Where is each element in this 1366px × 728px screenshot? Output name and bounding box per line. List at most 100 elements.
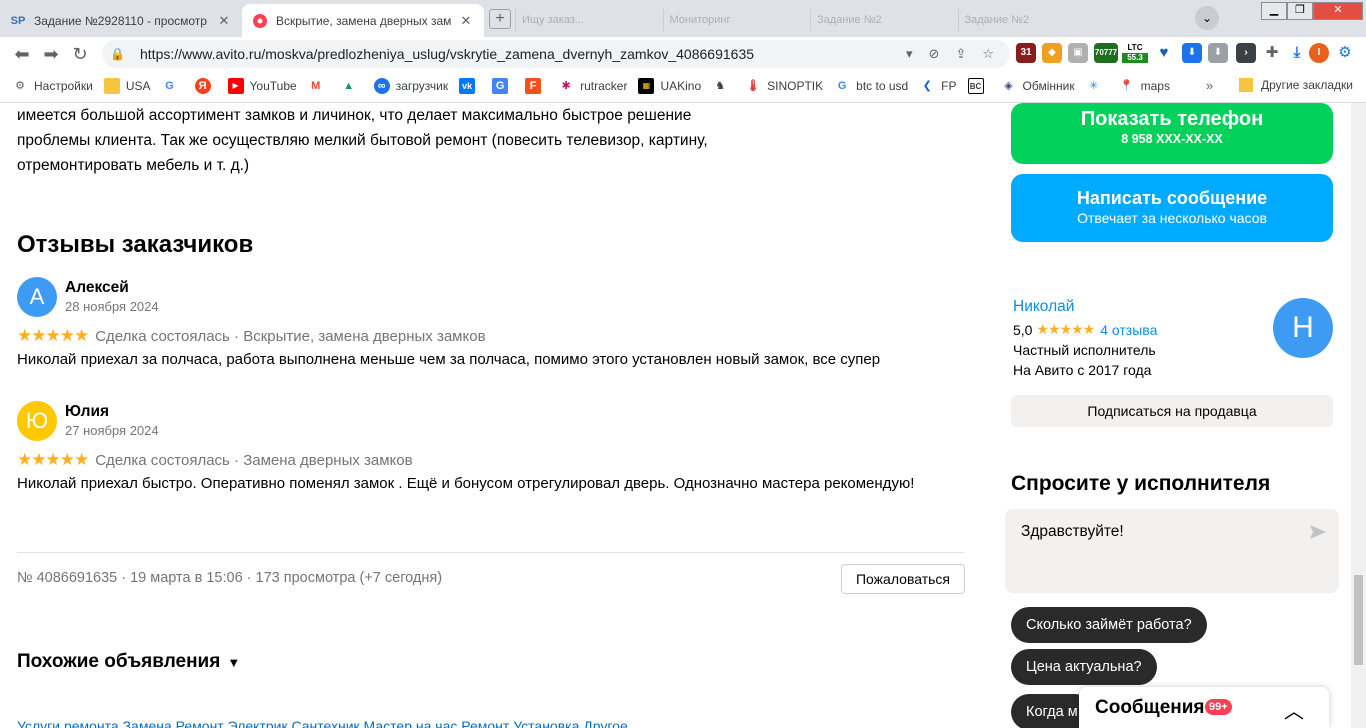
show-phone-button[interactable]: Показать телефон 8 958 XXX-XX-XX xyxy=(1011,103,1333,164)
dropdown-icon[interactable]: ▾ xyxy=(906,46,913,62)
uakino-icon: ▦ xyxy=(638,78,655,94)
forward-icon[interactable]: ➡ xyxy=(40,43,62,65)
url-text[interactable]: https://www.avito.ru/moskva/predlozheniy… xyxy=(140,46,906,62)
chrome-menu-icon[interactable]: ⚙ xyxy=(1335,43,1355,63)
quick-question-chip[interactable]: Цена актуальна? xyxy=(1011,649,1157,685)
extensions-puzzle-icon[interactable]: ✚ xyxy=(1262,43,1282,63)
scrollbar-thumb[interactable] xyxy=(1354,575,1363,665)
message-input[interactable]: Здравствуйте! xyxy=(1021,523,1124,541)
bookmark-fp[interactable]: ❮ FP xyxy=(919,78,957,94)
bookmark-vk[interactable]: vk xyxy=(459,78,481,94)
ad-meta-info: № 4086691635 · 19 марта в 15:06 · 173 пр… xyxy=(17,570,443,586)
complain-button[interactable]: Пожаловаться xyxy=(841,564,965,594)
quick-question-chip[interactable]: Сколько займёт работа? xyxy=(1011,607,1207,643)
address-bar[interactable]: 🔒 https://www.avito.ru/moskva/predlozhen… xyxy=(102,40,1010,68)
ghost-tab[interactable]: Задание №2 xyxy=(810,9,958,31)
yandex-icon: Я xyxy=(194,78,211,94)
related-links[interactable]: Услуги ремонта Замена Ремонт Электрик Са… xyxy=(17,718,628,728)
lock-icon[interactable]: 🔒 xyxy=(110,47,126,61)
browser-toolbar: ⬅ ➡ ↻ 🔒 https://www.avito.ru/moskva/pred… xyxy=(0,37,1366,70)
bookmark-settings[interactable]: ⚙ Настройки xyxy=(12,78,93,94)
back-icon[interactable]: ⬅ xyxy=(11,43,33,65)
bookmark-chess[interactable]: ♞ xyxy=(712,78,734,94)
write-message-button[interactable]: Написать сообщение Отвечает за несколько… xyxy=(1011,174,1333,242)
blocked-popup-icon[interactable]: ⊘ xyxy=(929,46,940,62)
chess-icon: ♞ xyxy=(715,80,726,92)
similar-ads-toggle[interactable]: Похожие объявления ▼ xyxy=(17,651,240,673)
bookmark-gmail[interactable]: M xyxy=(308,78,330,94)
bookmark-zagruzchik[interactable]: ∞ загрузчик xyxy=(373,78,448,94)
close-window-button[interactable]: ✕ xyxy=(1313,2,1363,20)
bookmark-usa[interactable]: USA xyxy=(103,78,151,94)
more-bookmarks-button[interactable]: » xyxy=(1206,78,1213,93)
review-item: А Алексей 28 ноября 2024 ★★★★★ Сделка со… xyxy=(17,277,957,377)
masked-phone-number: 8 958 XXX-XX-XX xyxy=(1121,132,1223,146)
bookmark-youtube[interactable]: ▶ YouTube xyxy=(227,78,297,94)
bookmark-btc-to-usd[interactable]: Gbtc to usd xyxy=(834,78,908,94)
ext-terminal-icon[interactable]: › xyxy=(1236,43,1256,63)
profile-avatar[interactable]: I xyxy=(1309,43,1329,63)
drive-icon: ▲ xyxy=(343,80,355,92)
reviews-count-link[interactable]: 4 отзыва xyxy=(1100,322,1157,338)
page-scrollbar[interactable] xyxy=(1351,103,1366,728)
ext-save-icon[interactable]: ⬇ xyxy=(1208,43,1228,63)
send-icon[interactable] xyxy=(1308,522,1328,542)
tab-zadanie[interactable]: SP Задание №2928110 - просмотр з ✕ xyxy=(0,4,242,37)
ask-seller-title: Спросите у исполнителя xyxy=(1011,472,1271,495)
bookmark-bc[interactable]: BC xyxy=(967,78,990,94)
other-bookmarks-folder[interactable]: Другие закладки xyxy=(1239,78,1353,92)
deal-info: Сделка состоялась · Замена дверных замко… xyxy=(95,451,413,469)
tab-search-icon[interactable]: ⌄ xyxy=(1195,6,1219,30)
maps-icon: 📍 xyxy=(1119,80,1134,92)
ghost-tab[interactable]: Мониторинг xyxy=(662,9,811,31)
maximize-button[interactable]: ❐ xyxy=(1287,2,1313,20)
ext-brave-icon[interactable]: ◆ xyxy=(1042,43,1062,63)
bookmark-star[interactable]: ✳ xyxy=(1086,78,1108,94)
ext-calendar-icon[interactable]: 31 xyxy=(1016,43,1036,63)
bookmark-star-icon[interactable]: ☆ xyxy=(982,46,994,62)
rating-stars-icon: ★★★★★ xyxy=(17,450,89,469)
ask-message-field[interactable]: Здравствуйте! xyxy=(1005,509,1339,593)
deal-info: Сделка состоялась · Вскрытие, замена две… xyxy=(95,327,486,345)
bookmarks-bar: ⚙ Настройки USA G Я ▶ YouTube M ▲ ∞ загрузч… xyxy=(0,70,1366,103)
ext-download-icon[interactable]: ⬇ xyxy=(1182,43,1202,63)
bookmark-uakino[interactable]: ▦ UAKino xyxy=(638,78,701,94)
ext-briefcase-icon[interactable]: ▣ xyxy=(1068,43,1088,63)
close-icon[interactable]: ✕ xyxy=(458,13,474,29)
reload-icon[interactable]: ↻ xyxy=(69,43,91,65)
ext-heart-icon[interactable]: ♥ xyxy=(1154,43,1174,63)
bookmark-sinoptik[interactable]: 🌡 SINOPTIK xyxy=(745,78,823,94)
background-tabs: Ищу заказ... Мониторинг Задание №2 Задан… xyxy=(515,9,1105,31)
tab-strip: SP Задание №2928110 - просмотр з ✕ Вскры… xyxy=(0,0,1366,37)
tab-avito[interactable]: Вскрытие, замена дверных замк ✕ xyxy=(242,4,484,37)
google-icon: G xyxy=(837,80,847,92)
bookmark-rutracker[interactable]: ✱ rutracker xyxy=(558,78,627,94)
downloads-icon[interactable]: ⤓ xyxy=(1287,43,1307,63)
bookmark-yandex[interactable]: Я xyxy=(194,78,217,94)
bookmark-google[interactable]: G xyxy=(162,78,184,94)
avatar[interactable]: Н xyxy=(1273,298,1333,358)
rating-value: 5,0 xyxy=(1013,321,1033,338)
close-icon[interactable]: ✕ xyxy=(216,13,232,29)
loop-icon: ∞ xyxy=(373,78,390,94)
share-icon[interactable]: ⇪ xyxy=(955,46,966,62)
bookmark-translate[interactable]: G xyxy=(492,78,514,94)
google-icon: G xyxy=(165,80,174,92)
bookmark-drive[interactable]: ▲ xyxy=(341,78,363,94)
ghost-tab[interactable]: Задание №2 xyxy=(957,9,1106,31)
description-line: проблемы клиента. Так же осуществляю мел… xyxy=(17,132,708,149)
new-tab-button[interactable]: + xyxy=(489,9,511,29)
reviews-title: Отзывы заказчиков xyxy=(17,231,254,258)
bookmark-maps[interactable]: 📍 maps xyxy=(1119,78,1170,94)
ext-ltc-icon[interactable]: LTC 55.3 xyxy=(1122,43,1148,63)
ghost-tab[interactable]: Ищу заказ... xyxy=(515,9,663,31)
ext-btc-icon[interactable]: 70777 xyxy=(1094,43,1118,63)
folder-icon xyxy=(103,78,120,94)
sp-favicon-icon: SP xyxy=(10,14,26,27)
subscribe-button[interactable]: Подписаться на продавца xyxy=(1011,395,1333,427)
messages-panel[interactable]: Сообщения 99+ ︿ xyxy=(1079,687,1329,728)
bookmark-f[interactable]: F xyxy=(525,78,547,94)
bookmark-obminnyk[interactable]: ◈ Обмінник xyxy=(1001,78,1074,94)
minimize-button[interactable]: ▁ xyxy=(1261,2,1287,20)
chevron-up-icon[interactable]: ︿ xyxy=(1284,695,1304,724)
